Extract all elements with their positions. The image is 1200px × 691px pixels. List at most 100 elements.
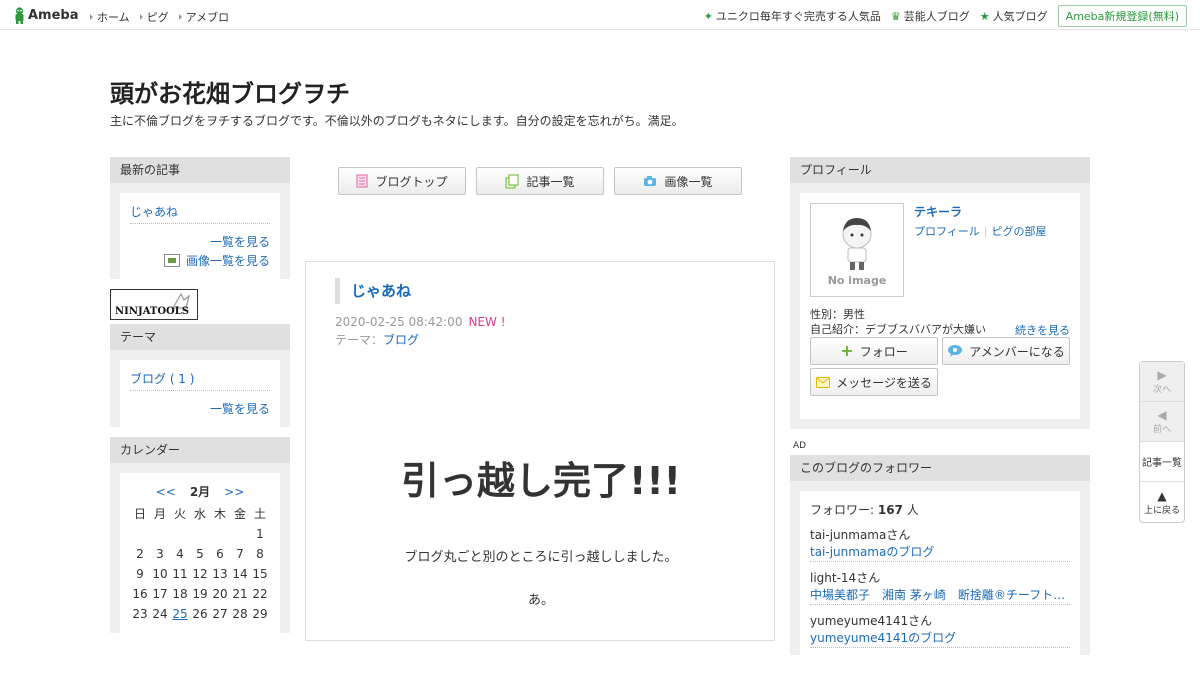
new-badge: NEW ! bbox=[468, 315, 506, 329]
follower-blog-link[interactable]: yumeyume4141のブログ bbox=[810, 629, 1070, 646]
profile-body: No image テキーラ プロフィール | ピグの部屋 性別：男性 自己紹介：デブ… bbox=[800, 193, 1080, 419]
avatar[interactable]: No image bbox=[810, 203, 904, 297]
back-to-top-label: 上に戻る bbox=[1143, 505, 1180, 516]
calendar-day: 15 bbox=[252, 567, 268, 581]
follower-count-label: フォロワー: bbox=[810, 503, 878, 517]
image-list-button[interactable]: 画像一覧 bbox=[614, 167, 742, 195]
calendar-empty-cell bbox=[230, 526, 250, 543]
calendar-day: 29 bbox=[252, 607, 268, 621]
profile-name[interactable]: テキーラ bbox=[914, 203, 962, 220]
nav-home[interactable]: ホーム bbox=[90, 9, 130, 25]
mail-icon bbox=[816, 376, 831, 388]
article-theme: テーマ：ブログ bbox=[335, 331, 419, 348]
article-paragraph: あ。 bbox=[527, 593, 554, 608]
next-entry-label: 次へ bbox=[1152, 385, 1171, 395]
arrow-right-icon bbox=[178, 14, 182, 20]
nav-pigg-label: ピグ bbox=[146, 11, 169, 24]
left-sidebar: 最新の記事 じゃあね 一覧を見る 画像一覧を見る NINJATOOLS テーマ … bbox=[110, 157, 290, 643]
entry-list-button[interactable]: 記事一覧 bbox=[476, 167, 604, 195]
star-icon: ★ bbox=[979, 9, 990, 23]
entry-list-label: 記事一覧 bbox=[526, 174, 575, 189]
recent-entry-link[interactable]: じゃあね bbox=[130, 203, 270, 224]
amember-button[interactable]: アメンバーになる bbox=[942, 337, 1070, 365]
header-link-popular[interactable]: ★ 人気ブログ bbox=[980, 8, 1048, 24]
ninja-tools-banner[interactable]: NINJATOOLS bbox=[110, 289, 198, 320]
image-list-link[interactable]: 画像一覧を見る bbox=[130, 252, 270, 269]
nav-ameblo-label: アメブロ bbox=[185, 11, 230, 24]
theme-more-link[interactable]: 一覧を見る bbox=[130, 400, 270, 417]
calendar-day: 20 bbox=[212, 587, 228, 601]
follower-item: yumeyume4141さん yumeyume4141のブログ bbox=[810, 612, 1070, 648]
followers-heading: このブログのフォロワー bbox=[790, 455, 1090, 481]
image-icon bbox=[163, 254, 180, 267]
follower-count-value: 167 bbox=[877, 503, 903, 517]
calendar-day: 11 bbox=[172, 567, 188, 581]
calendar-day: 21 bbox=[232, 587, 248, 601]
blog-title[interactable]: 頭がお花畑ブログヲチ bbox=[110, 74, 350, 109]
calendar-empty-cell bbox=[130, 526, 150, 543]
calendar-day[interactable]: 25 bbox=[170, 606, 190, 623]
follower-name: tai-junmamaさん bbox=[810, 528, 911, 542]
calendar-day: 18 bbox=[172, 587, 188, 601]
profile-heading: プロフィール bbox=[790, 157, 1090, 183]
back-to-top-button[interactable]: ▲ 上に戻る bbox=[1140, 482, 1184, 522]
article-theme-link[interactable]: ブログ bbox=[383, 333, 419, 347]
follower-blog-link[interactable]: tai-junmamaのブログ bbox=[810, 543, 1070, 560]
nav-ameblo[interactable]: アメブロ bbox=[178, 9, 230, 25]
calendar-day: 12 bbox=[192, 567, 208, 581]
follower-name: light-14さん bbox=[810, 571, 881, 585]
recent-entries-body: じゃあね 一覧を見る 画像一覧を見る bbox=[120, 193, 280, 279]
article: じゃあね 2020-02-25 08:42:00 NEW ! テーマ：ブログ 引っ… bbox=[305, 261, 775, 641]
calendar-day: 24 bbox=[152, 607, 168, 621]
calendar-day: 13 bbox=[212, 567, 228, 581]
follow-button[interactable]: + フォロー bbox=[810, 337, 938, 365]
blog-top-button[interactable]: ブログトップ bbox=[338, 167, 466, 195]
nav-pigg[interactable]: ピグ bbox=[139, 9, 169, 25]
header-link-celebrity[interactable]: ♛ 芸能人ブログ bbox=[891, 8, 970, 24]
follower-blog-link[interactable]: 中場美都子 湘南 茅ヶ崎 断捨離®チーフトレーナー bbox=[810, 586, 1070, 603]
message-button[interactable]: メッセージを送る bbox=[810, 368, 938, 396]
calendar-next-link[interactable]: >> bbox=[224, 485, 244, 499]
calendar-empty-cell bbox=[210, 526, 230, 543]
right-sidebar: プロフィール No image テキーラ プロフィール | ピグの部屋 性別：男性 … bbox=[790, 157, 1090, 439]
calendar-weekday: 月 bbox=[153, 507, 166, 521]
calendar-grid: 日月火水木金土 1 2 3 4 5 6 7 8 9 10 11 12 13 14 15 16 17 18 19 20 21… bbox=[130, 506, 270, 623]
next-entry-button[interactable]: ▶ 次へ bbox=[1140, 362, 1184, 402]
image-list-label: 画像一覧を見る bbox=[185, 254, 270, 268]
follower-item: tai-junmamaさん tai-junmamaのブログ bbox=[810, 526, 1070, 562]
article-paragraph: ブログ丸ごと別のところに引っ越ししました。 bbox=[404, 550, 678, 565]
arrow-right-icon bbox=[139, 14, 143, 20]
recent-more-link[interactable]: 一覧を見る bbox=[130, 233, 270, 250]
calendar-day: 28 bbox=[232, 607, 248, 621]
plus-icon: + bbox=[840, 341, 854, 360]
profile-box: プロフィール No image テキーラ プロフィール | ピグの部屋 性別：男性 … bbox=[790, 157, 1090, 429]
floating-nav: ▶ 次へ ◀ 前へ 記事一覧 ▲ 上に戻る bbox=[1139, 361, 1185, 523]
article-theme-label: テーマ： bbox=[335, 333, 384, 347]
document-icon bbox=[356, 174, 368, 188]
profile-intro: 自己紹介：デブブスババアが大嫌い bbox=[810, 323, 986, 336]
blog-nav-buttons: ブログトップ 記事一覧 画像一覧 bbox=[338, 167, 752, 195]
calendar-day: 7 bbox=[236, 547, 244, 561]
entry-list-nav-button[interactable]: 記事一覧 bbox=[1140, 442, 1184, 482]
play-left-icon: ◀ bbox=[1157, 408, 1167, 422]
profile-link[interactable]: プロフィール bbox=[914, 225, 980, 238]
followers-box: このブログのフォロワー フォロワー: 167 人 tai-junmamaさん t… bbox=[790, 455, 1090, 691]
calendar-weekday: 日 bbox=[133, 507, 146, 521]
theme-link[interactable]: ブログ ( 1 ) bbox=[130, 370, 270, 391]
followers-body: フォロワー: 167 人 tai-junmamaさん tai-junmamaのブ… bbox=[800, 491, 1080, 691]
article-title[interactable]: じゃあね bbox=[335, 278, 411, 304]
pigg-room-link[interactable]: ピグの部屋 bbox=[992, 225, 1047, 238]
ameba-logo[interactable]: Ameba bbox=[13, 7, 79, 24]
calendar-prev-link[interactable]: << bbox=[156, 485, 176, 499]
profile-more-link[interactable]: 続きを見る bbox=[1015, 322, 1070, 338]
arrow-right-icon bbox=[90, 14, 93, 20]
profile-gender: 性別：男性 bbox=[810, 308, 865, 321]
calendar-day: 17 bbox=[152, 587, 168, 601]
ad-label: AD bbox=[793, 441, 807, 451]
prev-entry-button[interactable]: ◀ 前へ bbox=[1140, 402, 1184, 442]
signup-button[interactable]: Ameba新規登録(無料) bbox=[1057, 5, 1187, 27]
logo-text: Ameba bbox=[28, 8, 79, 23]
header-link-trending[interactable]: ✦ ユニクロ毎年すぐ完売する人気品 bbox=[704, 8, 881, 24]
follower-item: light-14さん 中場美都子 湘南 茅ヶ崎 断捨離®チーフトレーナー bbox=[810, 569, 1070, 605]
calendar-day: 27 bbox=[212, 607, 228, 621]
